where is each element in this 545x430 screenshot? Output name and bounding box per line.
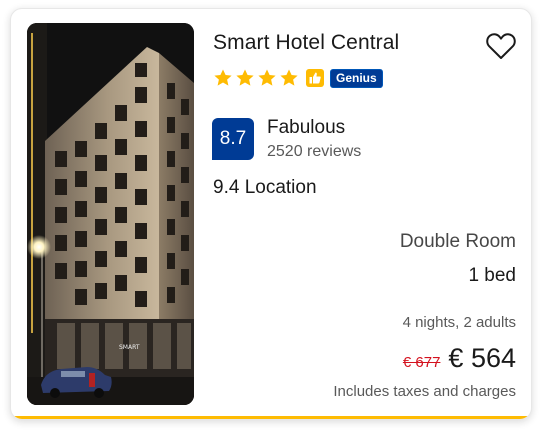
price-row: € 677 € 564 xyxy=(403,343,516,374)
original-price: € 677 xyxy=(402,354,441,371)
hotel-name[interactable]: Smart Hotel Central xyxy=(213,31,399,55)
star-icon xyxy=(258,69,276,86)
review-count[interactable]: 2520 reviews xyxy=(267,143,361,161)
heart-icon[interactable] xyxy=(485,31,517,61)
thumbs-up-icon[interactable] xyxy=(306,69,324,87)
hotel-photo[interactable]: SMART xyxy=(27,23,194,405)
review-score-badge[interactable]: 8.7 xyxy=(212,118,254,160)
bed-info: 1 bed xyxy=(468,265,516,286)
card-accent-bar xyxy=(11,416,531,419)
star-icon xyxy=(236,69,254,86)
star-icon xyxy=(280,69,298,86)
property-card[interactable]: SMART Smart Hotel Central Genius 8.7 Fab… xyxy=(10,8,532,420)
location-score: 9.4 Location xyxy=(213,177,317,198)
genius-badge[interactable]: Genius xyxy=(330,68,383,88)
building-sign: SMART xyxy=(119,344,140,351)
current-price: € 564 xyxy=(448,343,516,373)
taxes-note: Includes taxes and charges xyxy=(333,383,516,400)
room-type: Double Room xyxy=(399,231,516,252)
review-score-word[interactable]: Fabulous xyxy=(267,117,345,139)
stay-summary: 4 nights, 2 adults xyxy=(402,314,516,331)
star-icon xyxy=(214,69,232,86)
star-rating: Genius xyxy=(213,67,383,89)
